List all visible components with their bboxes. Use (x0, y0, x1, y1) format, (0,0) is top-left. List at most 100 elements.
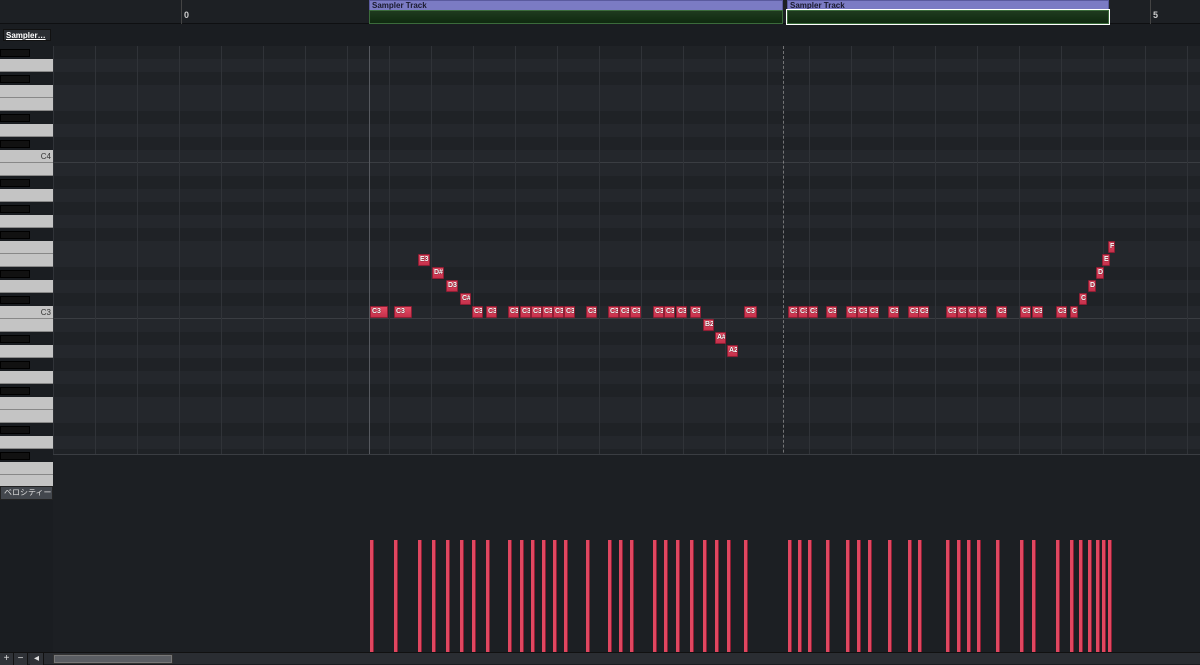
midi-note[interactable]: E (1102, 254, 1110, 266)
velocity-bar[interactable] (1088, 540, 1092, 653)
midi-note[interactable]: C3 (826, 306, 837, 318)
midi-note[interactable]: C3 (1020, 306, 1031, 318)
velocity-lane[interactable] (53, 454, 1200, 652)
midi-note[interactable]: C3 (394, 306, 412, 318)
midi-note[interactable]: C3 (630, 306, 641, 318)
midi-note[interactable]: C3 (996, 306, 1007, 318)
piano-key-black[interactable] (0, 75, 30, 83)
midi-note[interactable]: C3 (967, 306, 977, 318)
velocity-bar[interactable] (1032, 540, 1036, 653)
velocity-bar[interactable] (676, 540, 680, 653)
velocity-bar[interactable] (788, 540, 792, 653)
velocity-bar[interactable] (653, 540, 657, 653)
piano-key-black[interactable] (0, 270, 30, 278)
midi-note[interactable]: C3 (868, 306, 879, 318)
midi-note[interactable]: A2 (727, 345, 738, 357)
velocity-bar[interactable] (715, 540, 719, 653)
velocity-bar[interactable] (1108, 540, 1112, 653)
velocity-bar[interactable] (888, 540, 892, 653)
velocity-bar[interactable] (608, 540, 612, 653)
midi-clip-body[interactable] (787, 10, 1109, 24)
piano-key-white[interactable] (0, 436, 53, 449)
midi-note[interactable]: C3 (619, 306, 630, 318)
piano-key-black[interactable] (0, 426, 30, 434)
timeline-ruler[interactable]: 02345Sampler TrackSampler Track (53, 0, 1200, 24)
midi-note[interactable]: C3 (857, 306, 868, 318)
midi-note[interactable]: F (1108, 241, 1115, 253)
velocity-bar[interactable] (1056, 540, 1060, 653)
zoom-out-button[interactable]: − (14, 653, 28, 665)
piano-key-white[interactable] (0, 241, 53, 254)
piano-key-white[interactable]: C3 (0, 306, 53, 319)
velocity-bar[interactable] (1079, 540, 1083, 653)
ruler-bar-marker[interactable]: 0 (181, 0, 189, 24)
piano-key-black[interactable] (0, 296, 30, 304)
midi-note[interactable]: B2 (703, 319, 714, 331)
piano-key-white[interactable] (0, 254, 53, 267)
midi-note[interactable]: C3 (653, 306, 664, 318)
piano-key-black[interactable] (0, 231, 30, 239)
midi-note[interactable]: C3 (520, 306, 531, 318)
velocity-lane-label[interactable]: ベロシティー (0, 486, 53, 500)
midi-note[interactable]: C3 (1056, 306, 1067, 318)
piano-key-black[interactable] (0, 114, 30, 122)
piano-key-black[interactable] (0, 49, 30, 57)
velocity-bar[interactable] (508, 540, 512, 653)
piano-key-white[interactable] (0, 397, 53, 410)
velocity-bar[interactable] (418, 540, 422, 653)
scroll-left-button[interactable]: ◂ (30, 653, 44, 665)
velocity-bar[interactable] (798, 540, 802, 653)
midi-note[interactable]: C (1079, 293, 1087, 305)
velocity-bar[interactable] (826, 540, 830, 653)
piano-key-white[interactable] (0, 371, 53, 384)
midi-note[interactable]: C3 (472, 306, 483, 318)
velocity-bar[interactable] (542, 540, 546, 653)
midi-note[interactable]: C3 (564, 306, 575, 318)
midi-note[interactable]: C3 (846, 306, 857, 318)
piano-key-white[interactable] (0, 163, 53, 176)
midi-note[interactable]: C3 (508, 306, 519, 318)
piano-key-white[interactable] (0, 462, 53, 475)
velocity-bar[interactable] (1070, 540, 1074, 653)
velocity-bar[interactable] (918, 540, 922, 653)
midi-note[interactable]: C# (460, 293, 471, 305)
midi-note[interactable]: E3 (418, 254, 430, 266)
piano-key-white[interactable] (0, 124, 53, 137)
velocity-bar[interactable] (1096, 540, 1100, 653)
midi-note[interactable]: C3 (1032, 306, 1043, 318)
velocity-bar[interactable] (1020, 540, 1024, 653)
velocity-bar[interactable] (908, 540, 912, 653)
velocity-bar[interactable] (996, 540, 1000, 653)
velocity-bar[interactable] (1102, 540, 1106, 653)
midi-note[interactable]: C3 (486, 306, 497, 318)
piano-key-black[interactable] (0, 140, 30, 148)
piano-key-black[interactable] (0, 179, 30, 187)
velocity-bar[interactable] (664, 540, 668, 653)
ruler-bar-marker[interactable]: 5 (1150, 0, 1158, 24)
velocity-bar[interactable] (446, 540, 450, 653)
track-name-tab[interactable]: Sampler…ck (3, 29, 51, 41)
midi-note[interactable]: A# (715, 332, 726, 344)
velocity-bar[interactable] (857, 540, 861, 653)
velocity-bar[interactable] (946, 540, 950, 653)
velocity-bar[interactable] (460, 540, 464, 653)
midi-note[interactable]: C3 (531, 306, 542, 318)
velocity-bar[interactable] (868, 540, 872, 653)
midi-clip-body[interactable] (369, 10, 783, 24)
velocity-bar[interactable] (520, 540, 524, 653)
velocity-bar[interactable] (619, 540, 623, 653)
midi-note[interactable]: C3 (664, 306, 675, 318)
velocity-bar[interactable] (564, 540, 568, 653)
velocity-bar[interactable] (690, 540, 694, 653)
midi-note[interactable]: D# (432, 267, 444, 279)
midi-note[interactable]: C3 (553, 306, 564, 318)
piano-key-black[interactable] (0, 205, 30, 213)
velocity-bar[interactable] (553, 540, 557, 653)
velocity-bar[interactable] (727, 540, 731, 653)
velocity-bar[interactable] (630, 540, 634, 653)
midi-note[interactable]: D3 (446, 280, 458, 292)
midi-note[interactable]: C3 (744, 306, 757, 318)
velocity-bar[interactable] (846, 540, 850, 653)
midi-note[interactable]: C3 (888, 306, 899, 318)
velocity-bar[interactable] (977, 540, 981, 653)
